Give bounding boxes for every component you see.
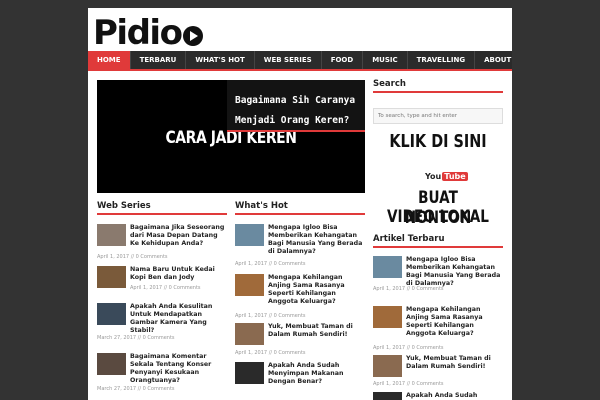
nav-item-travelling[interactable]: TRAVELLING (408, 51, 476, 69)
post-meta: April 1, 2017 // 0 Comments (235, 261, 306, 267)
whats-hot-heading-line (235, 213, 365, 215)
post-thumbnail (97, 353, 126, 375)
post-title[interactable]: Nama Baru Untuk Kedai Kopi Ben dan Jody (130, 266, 228, 282)
nav-item-music[interactable]: MUSIC (363, 51, 408, 69)
post-thumbnail (235, 274, 264, 296)
list-item[interactable]: Mengapa Kehilangan Anjing Sama Rasanya S… (373, 306, 505, 351)
nav-item-food[interactable]: FOOD (322, 51, 364, 69)
whats-hot-heading[interactable]: What's Hot (235, 201, 288, 211)
search-heading: Search (373, 79, 406, 89)
post-meta: March 27, 2017 // 0 Comments (97, 386, 175, 392)
ad-line-3[interactable]: VIDEO LOKAL (386, 207, 490, 227)
post-thumbnail (373, 355, 402, 377)
list-item[interactable]: Yuk, Membuat Taman di Dalam Rumah Sendir… (373, 355, 505, 389)
web-series-heading-line (97, 213, 227, 215)
post-thumbnail (97, 224, 126, 246)
post-thumbnail (373, 392, 402, 400)
list-item[interactable]: Apakah Anda Sudah Menyimpan Makanan Deng… (235, 362, 367, 398)
post-title[interactable]: Apakah Anda Sudah Menyimpan Makanan Deng… (268, 362, 366, 386)
nav-item-home[interactable]: HOME (88, 51, 131, 69)
post-title[interactable]: Yuk, Membuat Taman di Dalam Rumah Sendir… (406, 355, 504, 371)
list-item[interactable]: Nama Baru Untuk Kedai Kopi Ben dan Jody … (97, 266, 229, 300)
youtube-logo[interactable]: You Tube (425, 170, 468, 182)
play-icon (183, 26, 204, 46)
web-series-heading[interactable]: Web Series (97, 201, 151, 211)
post-title[interactable]: Apakah Anda Sudah (406, 392, 504, 400)
post-thumbnail (235, 224, 264, 246)
post-thumbnail (97, 266, 126, 288)
post-meta: April 1, 2017 // 0 Comments (235, 350, 306, 356)
youtube-tube: Tube (442, 171, 468, 181)
list-item[interactable]: Mengapa Kehilangan Anjing Sama Rasanya S… (235, 274, 367, 319)
post-title[interactable]: Apakah Anda Kesulitan Untuk Mendapatkan … (130, 303, 228, 335)
site-logo[interactable]: Pidio (93, 13, 204, 53)
featured-caption-text: Bagaimana Sih Caranya Menjadi Orang Kere… (235, 95, 356, 126)
post-thumbnail (235, 323, 264, 345)
list-item[interactable]: Mengapa Igloo Bisa Memberikan Kehangatan… (373, 256, 505, 298)
list-item[interactable]: Bagaimana Komentar Sekala Tentang Konser… (97, 353, 229, 399)
artikel-terbaru-heading: Artikel Terbaru (373, 234, 445, 244)
main-nav: HOME TERBARU WHAT'S HOT WEB SERIES FOOD … (88, 51, 512, 69)
post-title[interactable]: Mengapa Kehilangan Anjing Sama Rasanya S… (406, 306, 504, 338)
post-title[interactable]: Bagaimana Jika Seseorang dari Masa Depan… (130, 224, 228, 248)
post-thumbnail (373, 306, 402, 328)
post-meta: April 1, 2017 // 0 Comments (373, 286, 444, 292)
post-thumbnail (97, 303, 126, 325)
post-meta: April 1, 2017 // 0 Comments (97, 254, 168, 260)
post-meta: April 1, 2017 // 0 Comments (373, 345, 444, 351)
nav-item-whats-hot[interactable]: WHAT'S HOT (186, 51, 255, 69)
artikel-terbaru-heading-line (373, 246, 503, 248)
logo-text: Pidio (93, 13, 183, 53)
ad-line-1[interactable]: KLIK DI SINI (386, 131, 490, 152)
list-item[interactable]: Bagaimana Jika Seseorang dari Masa Depan… (97, 224, 229, 260)
list-item[interactable]: Apakah Anda Kesulitan Untuk Mendapatkan … (97, 303, 229, 349)
list-item[interactable]: Yuk, Membuat Taman di Dalam Rumah Sendir… (235, 323, 367, 357)
search-input[interactable]: To search, type and hit enter (373, 108, 503, 124)
nav-item-web-series[interactable]: WEB SERIES (255, 51, 322, 69)
list-item[interactable]: Mengapa Igloo Bisa Memberikan Kehangatan… (235, 224, 367, 267)
post-meta: March 27, 2017 // 0 Comments (97, 335, 175, 341)
nav-accent-line (88, 69, 512, 71)
post-title[interactable]: Bagaimana Komentar Sekala Tentang Konser… (130, 353, 228, 385)
post-meta: April 1, 2017 // 0 Comments (130, 285, 201, 291)
post-meta: April 1, 2017 // 0 Comments (235, 313, 306, 319)
post-title[interactable]: Mengapa Kehilangan Anjing Sama Rasanya S… (268, 274, 366, 306)
nav-item-about[interactable]: ABOUT (475, 51, 512, 69)
featured-video[interactable]: CARA JADI KEREN Bagaimana Sih Caranya Me… (97, 80, 365, 193)
list-item[interactable]: Apakah Anda Sudah (373, 392, 505, 400)
search-heading-line (373, 91, 503, 93)
post-thumbnail (373, 256, 402, 278)
nav-item-terbaru[interactable]: TERBARU (131, 51, 187, 69)
post-title[interactable]: Mengapa Igloo Bisa Memberikan Kehangatan… (406, 256, 504, 288)
post-title[interactable]: Yuk, Membuat Taman di Dalam Rumah Sendir… (268, 323, 366, 339)
youtube-you: You (425, 171, 442, 181)
page-container: Pidio HOME TERBARU WHAT'S HOT WEB SERIES… (88, 8, 512, 400)
post-meta: April 1, 2017 // 0 Comments (373, 381, 444, 387)
post-title[interactable]: Mengapa Igloo Bisa Memberikan Kehangatan… (268, 224, 366, 256)
post-thumbnail (235, 362, 264, 384)
featured-caption[interactable]: Bagaimana Sih Caranya Menjadi Orang Kere… (227, 80, 365, 132)
